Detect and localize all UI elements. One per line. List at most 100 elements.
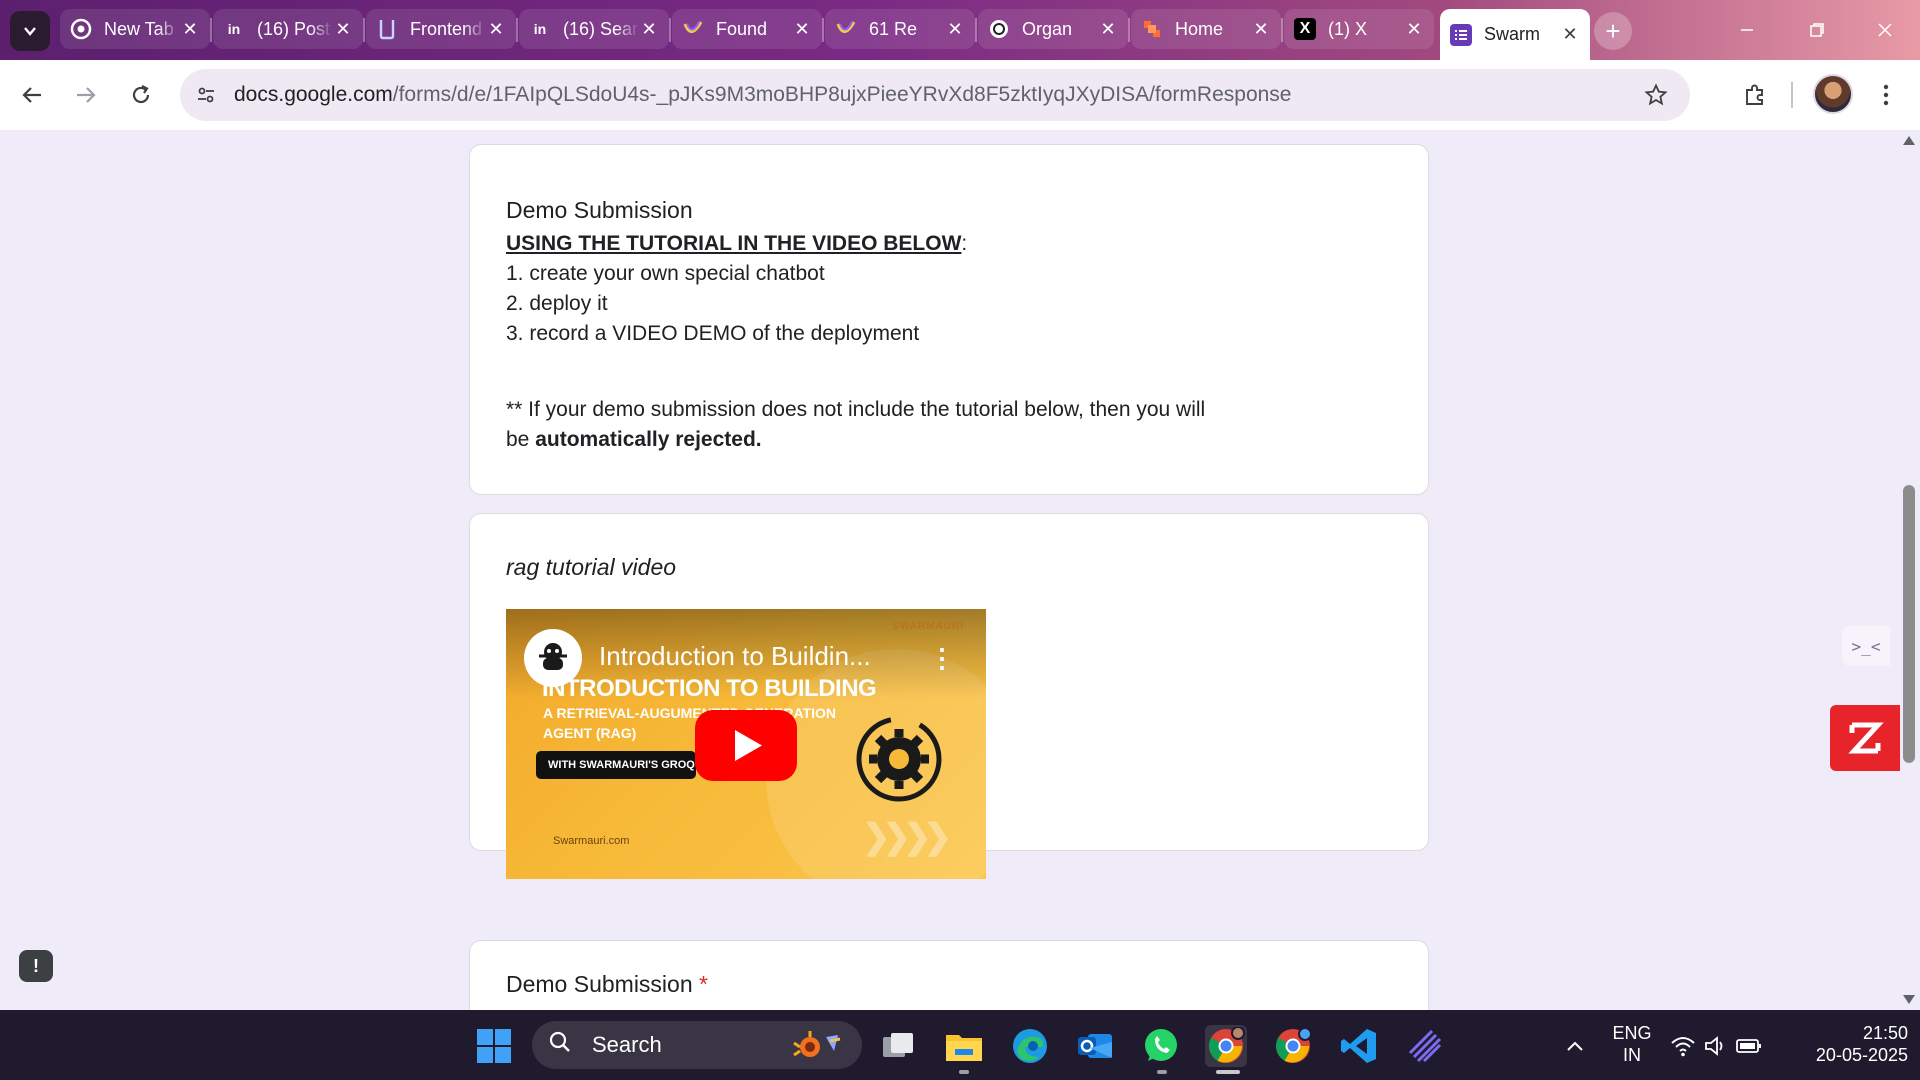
tab-frontend[interactable]: Frontend ✕ xyxy=(366,9,516,49)
whatsapp-icon[interactable] xyxy=(1140,1025,1182,1067)
tab-found[interactable]: Found ✕ xyxy=(672,9,822,49)
tab-organ[interactable]: Organ ✕ xyxy=(978,9,1128,49)
bookmark-star-icon[interactable] xyxy=(1640,79,1672,111)
language-indicator[interactable]: ENG IN xyxy=(1610,1022,1654,1066)
back-button[interactable] xyxy=(12,75,52,115)
exclamation-icon: ! xyxy=(33,955,39,976)
outlook-icon[interactable] xyxy=(1074,1025,1116,1067)
clock-time: 21:50 xyxy=(1862,1023,1908,1043)
chrome-icon[interactable] xyxy=(1205,1025,1247,1067)
step-item: 1. create your own special chatbot xyxy=(506,262,825,285)
taskbar-search-box[interactable]: Search xyxy=(532,1021,862,1069)
scrollbar-thumb[interactable] xyxy=(1903,485,1915,763)
tab-x[interactable]: X (1) X ✕ xyxy=(1284,9,1434,49)
toolbar-separator xyxy=(1791,82,1793,108)
extensions-button[interactable] xyxy=(1735,75,1775,115)
url-host: docs.google.com xyxy=(234,83,393,106)
close-icon[interactable]: ✕ xyxy=(333,19,353,39)
tab-title: Found xyxy=(716,18,768,39)
video-title[interactable]: Introduction to Buildin... xyxy=(599,641,871,672)
close-icon[interactable]: ✕ xyxy=(1404,19,1424,39)
language-line1: ENG xyxy=(1612,1023,1652,1043)
extension-side-widget[interactable]: >_< xyxy=(1842,626,1890,666)
more-vertical-icon[interactable]: ⋮ xyxy=(929,643,955,673)
play-button-icon[interactable] xyxy=(695,710,797,781)
close-icon[interactable]: ✕ xyxy=(792,19,812,39)
task-view-icon[interactable] xyxy=(877,1025,919,1067)
plus-icon: + xyxy=(1605,15,1621,46)
tab-swarm[interactable]: Swarm ✕ xyxy=(1440,9,1590,60)
minimize-button[interactable] xyxy=(1724,12,1770,48)
address-bar[interactable]: docs.google.com/forms/d/e/1FAIpQLSdoU4s-… xyxy=(180,69,1690,121)
reload-button[interactable] xyxy=(121,75,161,115)
video-section-title: rag tutorial video xyxy=(506,554,677,580)
feedback-button[interactable]: ! xyxy=(19,950,53,982)
tab-title: (16) Post | LinkedIn xyxy=(257,18,333,39)
bookmark-icon xyxy=(376,18,398,40)
vscode-icon[interactable] xyxy=(1338,1025,1380,1067)
menu-button[interactable] xyxy=(1866,75,1906,115)
instruction-suffix: : xyxy=(961,232,968,255)
show-hidden-icons-chevron-up-icon[interactable] xyxy=(1554,1025,1596,1067)
site-info-icon[interactable] xyxy=(186,75,226,115)
close-icon[interactable]: ✕ xyxy=(639,19,659,39)
close-icon xyxy=(1878,23,1892,37)
system-tray-status[interactable] xyxy=(1668,1025,1764,1067)
close-window-button[interactable] xyxy=(1862,12,1908,48)
google-forms-icon xyxy=(1450,23,1472,46)
tab-61-re[interactable]: 61 Re ✕ xyxy=(825,9,975,49)
more-vertical-icon xyxy=(1883,84,1889,106)
battery-icon xyxy=(1736,1039,1761,1053)
tab-separator xyxy=(822,18,824,42)
step-item: 2. deploy it xyxy=(506,292,608,315)
file-explorer-icon[interactable] xyxy=(943,1025,985,1067)
tab-linkedin-post[interactable]: in (16) Post | LinkedIn ✕ xyxy=(213,9,363,49)
section-title: Demo Submission xyxy=(506,197,693,223)
warning-line: ** If your demo submission does not incl… xyxy=(506,398,1206,421)
required-asterisk: * xyxy=(699,971,708,997)
restore-icon xyxy=(1810,23,1824,37)
instruction-bold: USING THE TUTORIAL IN THE VIDEO BELOW xyxy=(506,232,962,255)
close-icon[interactable]: ✕ xyxy=(180,19,200,39)
new-tab-button[interactable]: + xyxy=(1594,12,1632,50)
linear-icon[interactable] xyxy=(1404,1025,1446,1067)
running-indicator xyxy=(959,1070,969,1074)
profile-avatar[interactable] xyxy=(1813,74,1853,114)
url-text: docs.google.com/forms/d/e/1FAIpQLSdoU4s-… xyxy=(234,83,1291,107)
tab-title: Swarm xyxy=(1484,24,1541,44)
search-placeholder: Search xyxy=(592,1032,662,1057)
openai-icon xyxy=(988,18,1010,40)
tab-title: (1) X xyxy=(1328,18,1368,39)
tab-strip: New Tab ✕ in (16) Post | LinkedIn ✕ Fron… xyxy=(0,0,1920,60)
clock[interactable]: 21:50 20-05-2025 xyxy=(1788,1022,1908,1066)
tab-home[interactable]: Home ✕ xyxy=(1131,9,1281,49)
close-icon[interactable]: ✕ xyxy=(486,19,506,39)
tab-title: Home xyxy=(1175,18,1224,39)
close-icon[interactable]: ✕ xyxy=(1560,24,1580,45)
instruction-heading: USING THE TUTORIAL IN THE VIDEO BELOW: xyxy=(506,229,967,259)
close-icon[interactable]: ✕ xyxy=(945,19,965,39)
tab-search-button[interactable] xyxy=(10,11,50,51)
warning-text: ** If your demo submission does not incl… xyxy=(506,395,1205,455)
youtube-embed[interactable]: SWARMAURI INTRODUCTION TO BUILDING A RET… xyxy=(506,609,986,879)
scroll-down-arrow-icon[interactable] xyxy=(1903,995,1915,1004)
brand-label: SWARMAURI xyxy=(892,621,964,632)
tab-separator xyxy=(363,18,365,42)
close-icon[interactable]: ✕ xyxy=(1098,19,1118,39)
scroll-up-arrow-icon[interactable] xyxy=(1903,136,1915,145)
minimize-icon xyxy=(1741,29,1753,31)
close-icon[interactable]: ✕ xyxy=(1251,19,1271,39)
tab-linkedin-search[interactable]: in (16) Search | LinkedIn ✕ xyxy=(519,9,669,49)
tab-new-tab[interactable]: New Tab ✕ xyxy=(60,9,210,49)
chrome-profile-icon[interactable] xyxy=(1272,1025,1314,1067)
zoho-widget[interactable] xyxy=(1830,705,1900,771)
form-page: Demo Submission USING THE TUTORIAL IN TH… xyxy=(0,130,1920,1010)
restore-button[interactable] xyxy=(1794,12,1840,48)
channel-logo-icon[interactable] xyxy=(524,629,582,687)
wifi-icon xyxy=(1671,1037,1695,1057)
forward-button[interactable] xyxy=(66,75,106,115)
windows-start-icon[interactable] xyxy=(473,1025,515,1067)
tab-title: (16) Search | LinkedIn xyxy=(563,18,639,39)
edge-icon[interactable] xyxy=(1009,1025,1051,1067)
page-scrollbar[interactable] xyxy=(1898,130,1920,1010)
